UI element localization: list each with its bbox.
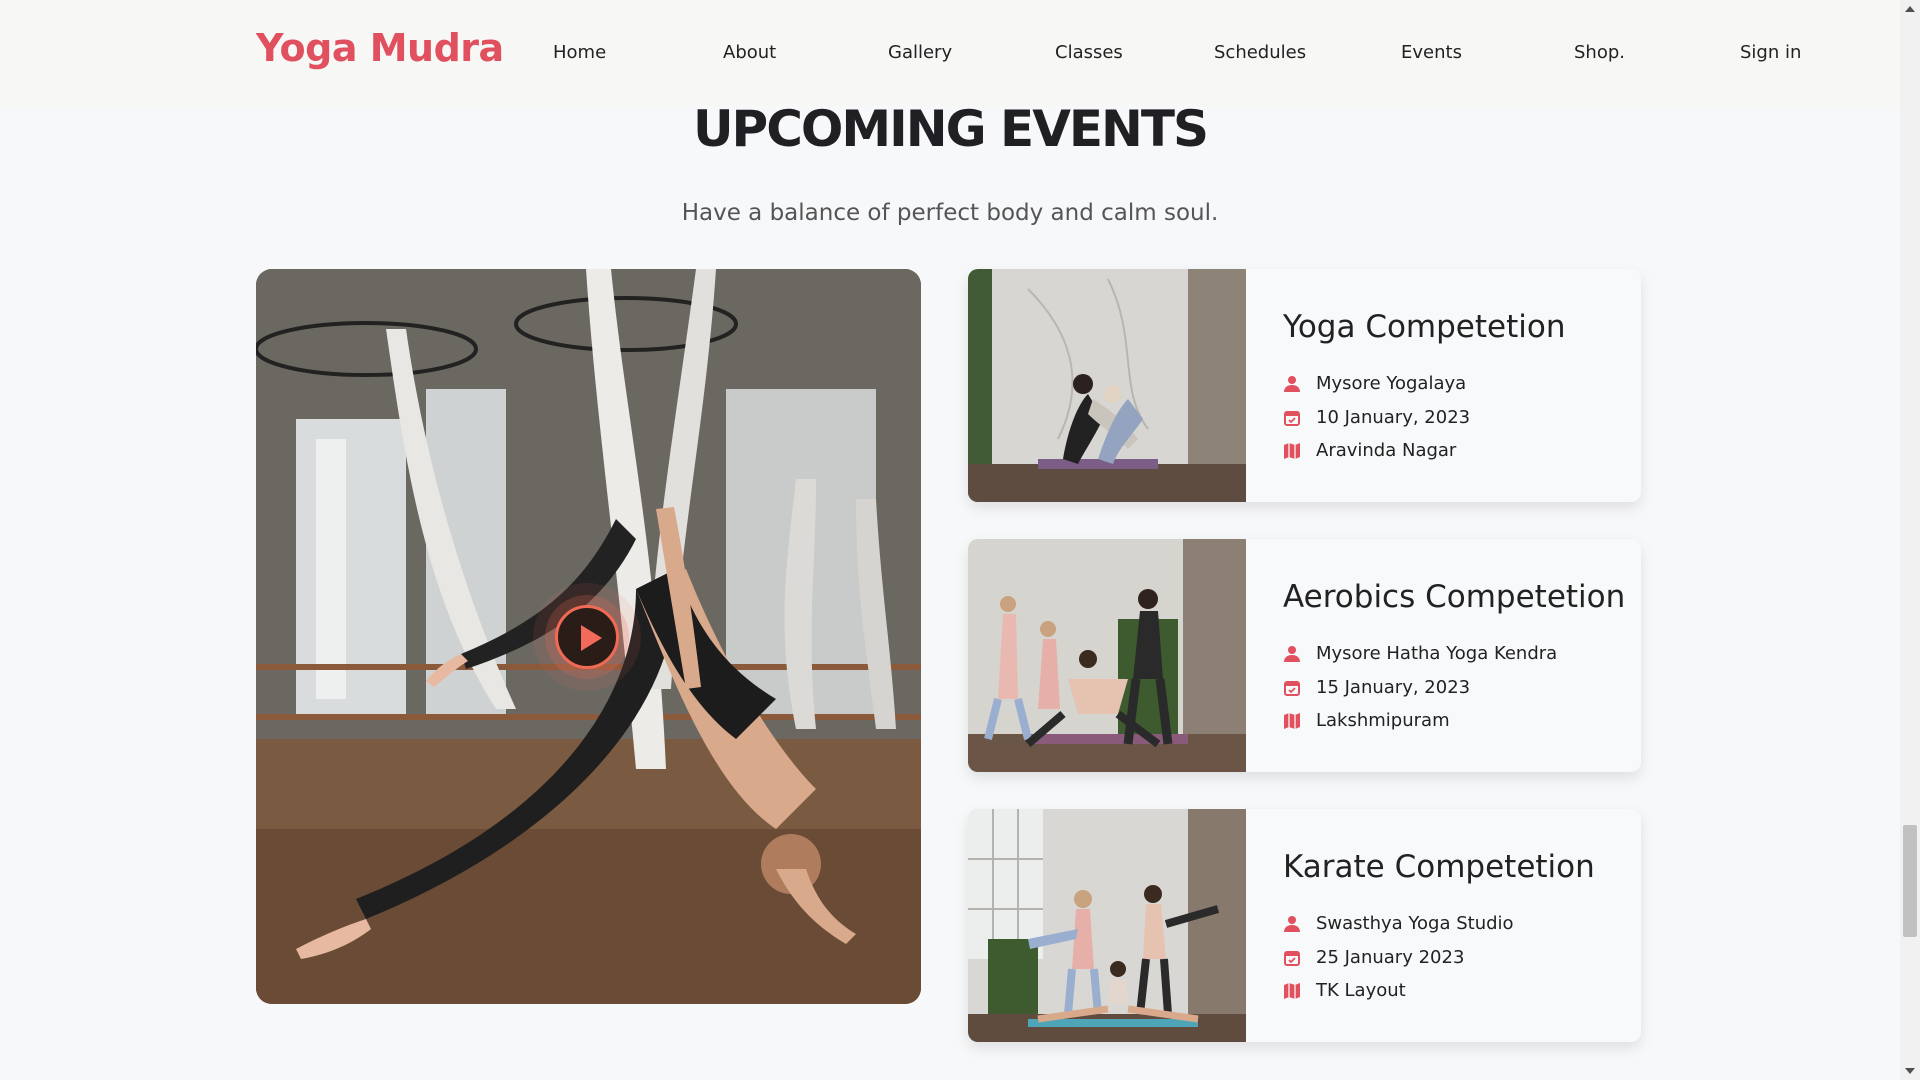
play-icon	[581, 625, 602, 651]
section-title: UPCOMING EVENTS	[692, 100, 1209, 158]
event-location: Lakshmipuram	[1283, 710, 1450, 731]
event-organizer: Mysore Hatha Yoga Kendra	[1283, 643, 1557, 664]
nav-shop[interactable]: Shop.	[1574, 42, 1625, 63]
nav-about[interactable]: About	[723, 42, 776, 63]
nav-schedules[interactable]: Schedules	[1214, 42, 1306, 63]
event-photo	[968, 809, 1246, 1042]
map-icon	[1284, 712, 1300, 729]
calendar-icon	[1284, 680, 1300, 696]
event-title: Aerobics Competetion	[1283, 579, 1626, 615]
event-title: Yoga Competetion	[1283, 309, 1566, 345]
event-location: Aravinda Nagar	[1283, 440, 1456, 461]
event-organizer: Mysore Yogalaya	[1283, 373, 1466, 394]
nav-classes[interactable]: Classes	[1055, 42, 1123, 63]
event-card[interactable]: Aerobics Competetion Mysore Hatha Yoga K…	[968, 539, 1641, 772]
nav-sign-in[interactable]: Sign in	[1740, 42, 1801, 63]
map-icon	[1284, 442, 1300, 459]
event-photo	[968, 269, 1246, 502]
event-date: 15 January, 2023	[1283, 677, 1470, 698]
featured-video[interactable]	[256, 269, 921, 1004]
nav-events[interactable]: Events	[1401, 42, 1462, 63]
event-location: TK Layout	[1283, 980, 1406, 1001]
event-date: 25 January 2023	[1283, 947, 1464, 968]
nav-home[interactable]: Home	[553, 42, 606, 63]
event-date-text: 10 January, 2023	[1316, 407, 1471, 428]
calendar-icon	[1284, 410, 1300, 426]
play-button[interactable]	[555, 605, 619, 669]
person-icon	[1284, 915, 1300, 932]
event-location-text: Aravinda Nagar	[1316, 440, 1457, 461]
person-icon	[1284, 645, 1300, 662]
event-organizer-text: Mysore Yogalaya	[1316, 373, 1467, 394]
event-date: 10 January, 2023	[1283, 407, 1470, 428]
event-date-text: 25 January 2023	[1316, 947, 1465, 968]
map-icon	[1284, 982, 1300, 999]
scroll-thumb[interactable]	[1903, 825, 1917, 937]
event-title: Karate Competetion	[1283, 849, 1595, 885]
calendar-icon	[1284, 950, 1300, 966]
event-card[interactable]: Karate Competetion Swasthya Yoga Studio …	[968, 809, 1641, 1042]
event-card[interactable]: Yoga Competetion Mysore Yogalaya 10 Janu…	[968, 269, 1641, 502]
event-location-text: Lakshmipuram	[1316, 710, 1450, 731]
event-photo	[968, 539, 1246, 772]
event-organizer-text: Swasthya Yoga Studio	[1316, 913, 1514, 934]
site-logo[interactable]: Yoga Mudra	[256, 26, 504, 70]
event-date-text: 15 January, 2023	[1316, 677, 1471, 698]
event-organizer-text: Mysore Hatha Yoga Kendra	[1316, 643, 1558, 664]
section-subtitle: Have a balance of perfect body and calm …	[681, 200, 1219, 226]
scroll-up-icon[interactable]	[1905, 6, 1915, 12]
scroll-down-icon[interactable]	[1905, 1068, 1915, 1074]
nav-gallery[interactable]: Gallery	[888, 42, 952, 63]
event-location-text: TK Layout	[1316, 980, 1406, 1001]
person-icon	[1284, 375, 1300, 392]
site-header: Yoga Mudra Home About Gallery Classes Sc…	[0, 0, 1900, 106]
page-scrollbar[interactable]	[1900, 0, 1920, 1080]
event-organizer: Swasthya Yoga Studio	[1283, 913, 1514, 934]
